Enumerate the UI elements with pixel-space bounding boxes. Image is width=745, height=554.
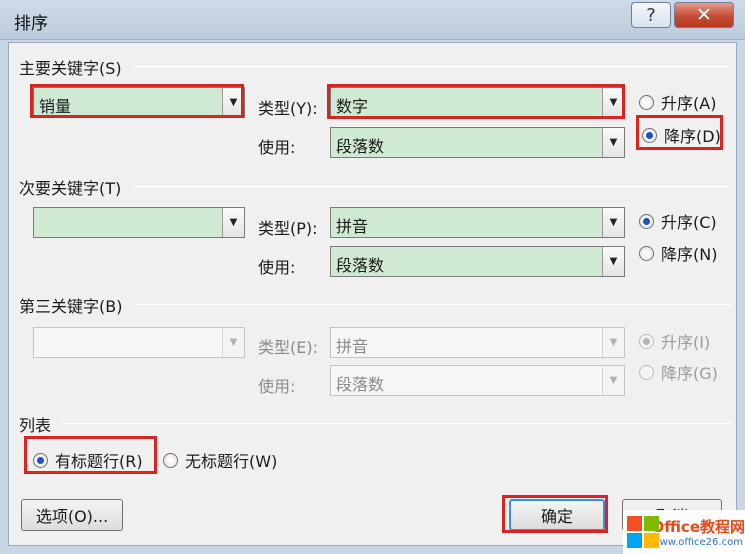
secondary-type-value: 拼音 [336,217,369,236]
list-divider [61,423,732,424]
chevron-down-icon: ▼ [602,247,624,276]
third-type-value: 拼音 [336,337,369,356]
third-descending-radio: 降序(G) [639,360,718,384]
secondary-descending-radio[interactable]: 降序(N) [639,241,717,265]
secondary-column-select[interactable]: ▼ [33,207,245,238]
secondary-key-label: 次要关键字(T) [19,179,122,198]
highlight-has-header [24,436,157,474]
chevron-down-icon: ▼ [602,366,624,395]
radio-checked-icon [639,333,654,349]
radio-checked-icon [639,213,654,229]
secondary-key-divider [134,186,732,187]
options-button[interactable]: 选项(O)... [21,499,123,531]
no-header-radio[interactable]: 无标题行(W) [163,448,277,472]
primary-type-label: 类型(Y): [258,99,318,118]
secondary-use-value: 段落数 [336,256,385,275]
third-use-select: 段落数 ▼ [330,365,625,396]
title-bar: 排序 ? ✕ [0,0,745,40]
radio-icon [639,94,654,110]
dialog-title: 排序 [14,14,48,34]
no-header-label: 无标题行(W) [185,452,278,471]
options-button-label: 选项(O)... [35,507,109,526]
primary-use-select[interactable]: 段落数 ▼ [330,127,625,158]
primary-key-label: 主要关键字(S) [19,59,122,78]
primary-use-label: 使用: [258,138,296,157]
third-column-select: ▼ [33,327,245,358]
chevron-down-icon: ▼ [222,328,244,357]
chevron-down-icon: ▼ [602,128,624,157]
third-use-value: 段落数 [336,375,385,394]
third-key-label: 第三关键字(B) [19,297,123,316]
highlight-primary-type [327,84,625,119]
secondary-ascending-radio[interactable]: 升序(C) [639,209,717,233]
close-button[interactable]: ✕ [674,2,734,28]
watermark-line1: Office教程网 [651,518,745,536]
third-type-label: 类型(E): [258,338,318,357]
secondary-use-label: 使用: [258,258,296,277]
third-ascending-radio: 升序(I) [639,329,710,353]
close-icon: ✕ [696,4,712,26]
help-icon: ? [646,4,656,26]
watermark-line2: www.office26.com [651,537,743,548]
third-descending-label: 降序(G) [661,364,718,383]
secondary-use-select[interactable]: 段落数 ▼ [330,246,625,277]
secondary-ascending-label: 升序(C) [661,213,717,232]
secondary-type-label: 类型(P): [258,219,318,238]
third-type-select: 拼音 ▼ [330,327,625,358]
highlight-ok-button [502,495,608,533]
list-label: 列表 [19,416,52,435]
chevron-down-icon: ▼ [602,328,624,357]
third-ascending-label: 升序(I) [661,333,711,352]
chevron-down-icon: ▼ [222,208,244,237]
watermark: Office教程网 www.office26.com [623,510,745,554]
third-key-divider [134,304,732,305]
third-use-label: 使用: [258,377,296,396]
highlight-primary-descending [636,115,723,150]
radio-icon [639,364,654,380]
radio-icon [639,245,654,261]
primary-use-value: 段落数 [336,137,385,156]
primary-key-divider [134,66,732,67]
help-button[interactable]: ? [631,2,671,28]
radio-icon [163,452,178,468]
primary-ascending-label: 升序(A) [661,94,717,113]
office-logo-icon [626,515,659,549]
secondary-type-select[interactable]: 拼音 ▼ [330,207,625,238]
secondary-descending-label: 降序(N) [661,245,718,264]
chevron-down-icon: ▼ [602,208,624,237]
highlight-primary-column [30,84,244,118]
primary-ascending-radio[interactable]: 升序(A) [639,90,716,114]
